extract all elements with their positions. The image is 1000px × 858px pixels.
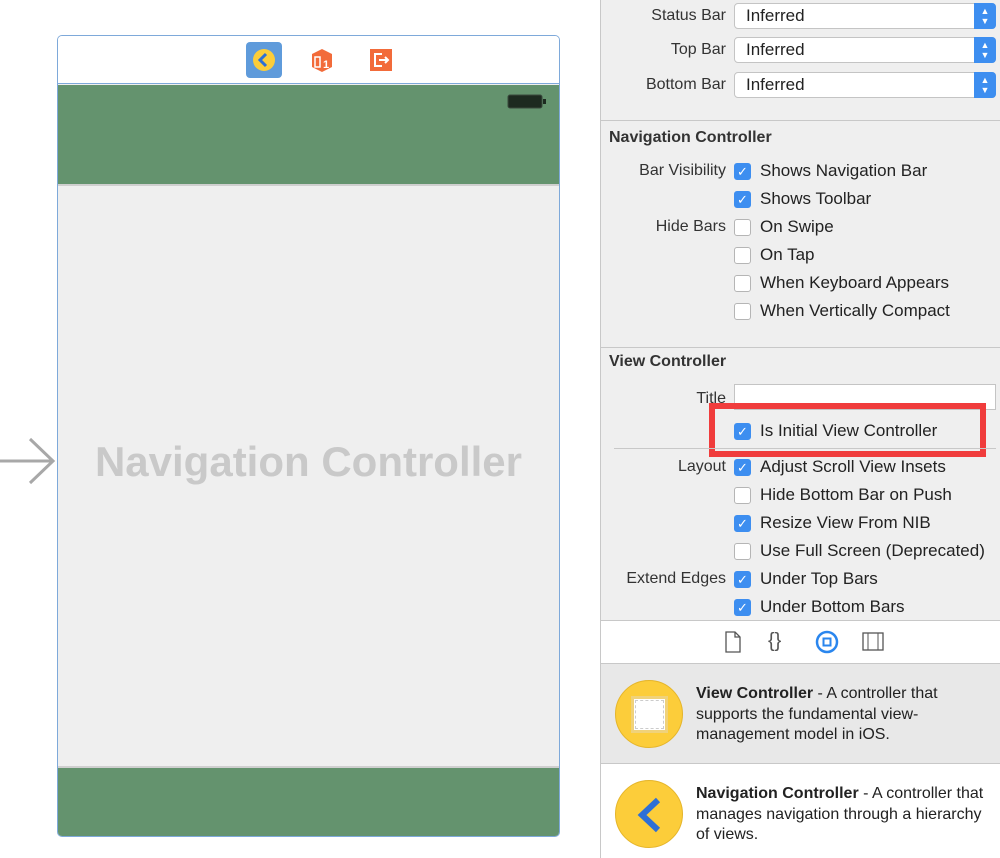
navigation-controller-icon [615, 780, 683, 848]
checkbox-icon: ✓ [734, 458, 751, 476]
updown-chevron-icon: ▲ ▼ [974, 3, 996, 29]
popup-value: Inferred [746, 75, 805, 94]
first-responder-icon[interactable]: 1 [304, 42, 340, 78]
checkbox-label: Use Full Screen (Deprecated) [760, 541, 985, 560]
checkbox-icon: ✓ [734, 598, 751, 616]
checkbox-under-top-bars[interactable]: ✓ Under Top Bars [734, 569, 878, 589]
checkbox-under-bottom-bars[interactable]: ✓ Under Bottom Bars [734, 597, 905, 617]
scene-title: Navigation Controller [94, 438, 523, 485]
checkbox-on-tap[interactable]: On Tap [734, 245, 815, 265]
checkbox-use-full-screen-deprecated[interactable]: Use Full Screen (Deprecated) [734, 541, 985, 561]
exit-icon[interactable] [363, 42, 399, 78]
popup-value: Inferred [746, 40, 805, 59]
library-item-name: View Controller [696, 685, 814, 702]
checkbox-is-initial-view-controller[interactable]: ✓ Is Initial View Controller [734, 421, 937, 441]
checkbox-icon: ✓ [734, 190, 751, 208]
checkbox-label: Hide Bottom Bar on Push [760, 485, 952, 504]
checkbox-label: Under Bottom Bars [760, 597, 905, 616]
toolbar [58, 766, 559, 836]
attributes-inspector: Status Bar Inferred ▲ ▼ Top Bar Inferred ▲ ▼ B… [600, 0, 1000, 858]
checkbox-hide-bottom-bar-on-push[interactable]: Hide Bottom Bar on Push [734, 485, 952, 505]
checkbox-icon [734, 486, 751, 504]
checkbox-shows-toolbar[interactable]: ✓ Shows Toolbar [734, 189, 871, 209]
bottom-bar-label: Bottom Bar [645, 76, 726, 93]
group-label: Hide Bars [655, 218, 726, 235]
checkbox-icon: ✓ [734, 570, 751, 588]
checkbox-label: Shows Navigation Bar [760, 161, 928, 180]
group-label: Bar Visibility [639, 162, 726, 179]
file-template-icon[interactable] [723, 631, 743, 653]
updown-chevron-icon: ▲ ▼ [974, 72, 996, 98]
checkbox-label: Adjust Scroll View Insets [760, 457, 946, 476]
navigation-controller-icon[interactable] [246, 42, 282, 78]
status-bar-label: Status Bar [651, 7, 726, 24]
media-library-icon[interactable] [862, 632, 884, 652]
section-view-controller: View Controller [609, 353, 727, 370]
status-bar-popup[interactable]: Inferred ▲ ▼ [734, 3, 996, 29]
top-bar-label: Top Bar [670, 41, 726, 58]
checkbox-when-vertically-compact[interactable]: When Vertically Compact [734, 301, 950, 321]
checkbox-icon: ✓ [734, 514, 751, 532]
checkbox-label: Resize View From NIB [760, 513, 931, 532]
navigation-bar [58, 85, 559, 186]
group-label: Extend Edges [626, 570, 726, 587]
checkbox-icon [734, 218, 751, 236]
initial-entry-arrow-icon [0, 437, 56, 485]
battery-icon [507, 94, 546, 109]
checkbox-label: When Keyboard Appears [760, 273, 950, 292]
checkbox-label: On Swipe [760, 217, 834, 236]
updown-chevron-icon: ▲ ▼ [974, 37, 996, 63]
checkbox-icon [734, 274, 751, 292]
checkbox-shows-navigation-bar[interactable]: ✓ Shows Navigation Bar [734, 161, 927, 181]
library-item-navigation-controller[interactable]: Navigation Controller - A controller tha… [601, 764, 1000, 858]
navigation-controller-scene[interactable]: 1 Navigation Controller [57, 35, 560, 837]
checkbox-label: Is Initial View Controller [760, 421, 938, 440]
object-library-icon[interactable] [815, 630, 839, 654]
checkbox-label: Under Top Bars [760, 569, 878, 588]
scene-dock: 1 [58, 36, 559, 84]
svg-text:1: 1 [323, 59, 329, 71]
checkbox-label: On Tap [760, 245, 815, 264]
checkbox-icon [734, 542, 751, 560]
group-label: Layout [677, 458, 726, 475]
checkbox-icon: ✓ [734, 162, 751, 180]
checkbox-icon [734, 246, 751, 264]
library-item-view-controller[interactable]: View Controller - A controller that supp… [601, 664, 1000, 764]
checkbox-label: When Vertically Compact [760, 301, 950, 320]
checkbox-when-keyboard-appears[interactable]: When Keyboard Appears [734, 273, 949, 293]
checkbox-on-swipe[interactable]: On Swipe [734, 217, 834, 237]
code-snippet-icon[interactable]: {} [768, 630, 781, 653]
checkbox-icon [734, 302, 751, 320]
checkbox-label: Shows Toolbar [760, 189, 872, 208]
section-navigation-controller: Navigation Controller [609, 129, 772, 146]
library-tab-bar: {} [601, 621, 1000, 663]
view-controller-icon [615, 680, 683, 748]
checkbox-resize-view-from-nib[interactable]: ✓ Resize View From NIB [734, 513, 931, 533]
library-item-name: Navigation Controller [696, 785, 859, 802]
bottom-bar-popup[interactable]: Inferred ▲ ▼ [734, 72, 996, 98]
checkbox-icon: ✓ [734, 422, 751, 440]
checkbox-adjust-scroll-view-insets[interactable]: ✓ Adjust Scroll View Insets [734, 457, 946, 477]
top-bar-popup[interactable]: Inferred ▲ ▼ [734, 37, 996, 63]
popup-value: Inferred [746, 6, 805, 25]
